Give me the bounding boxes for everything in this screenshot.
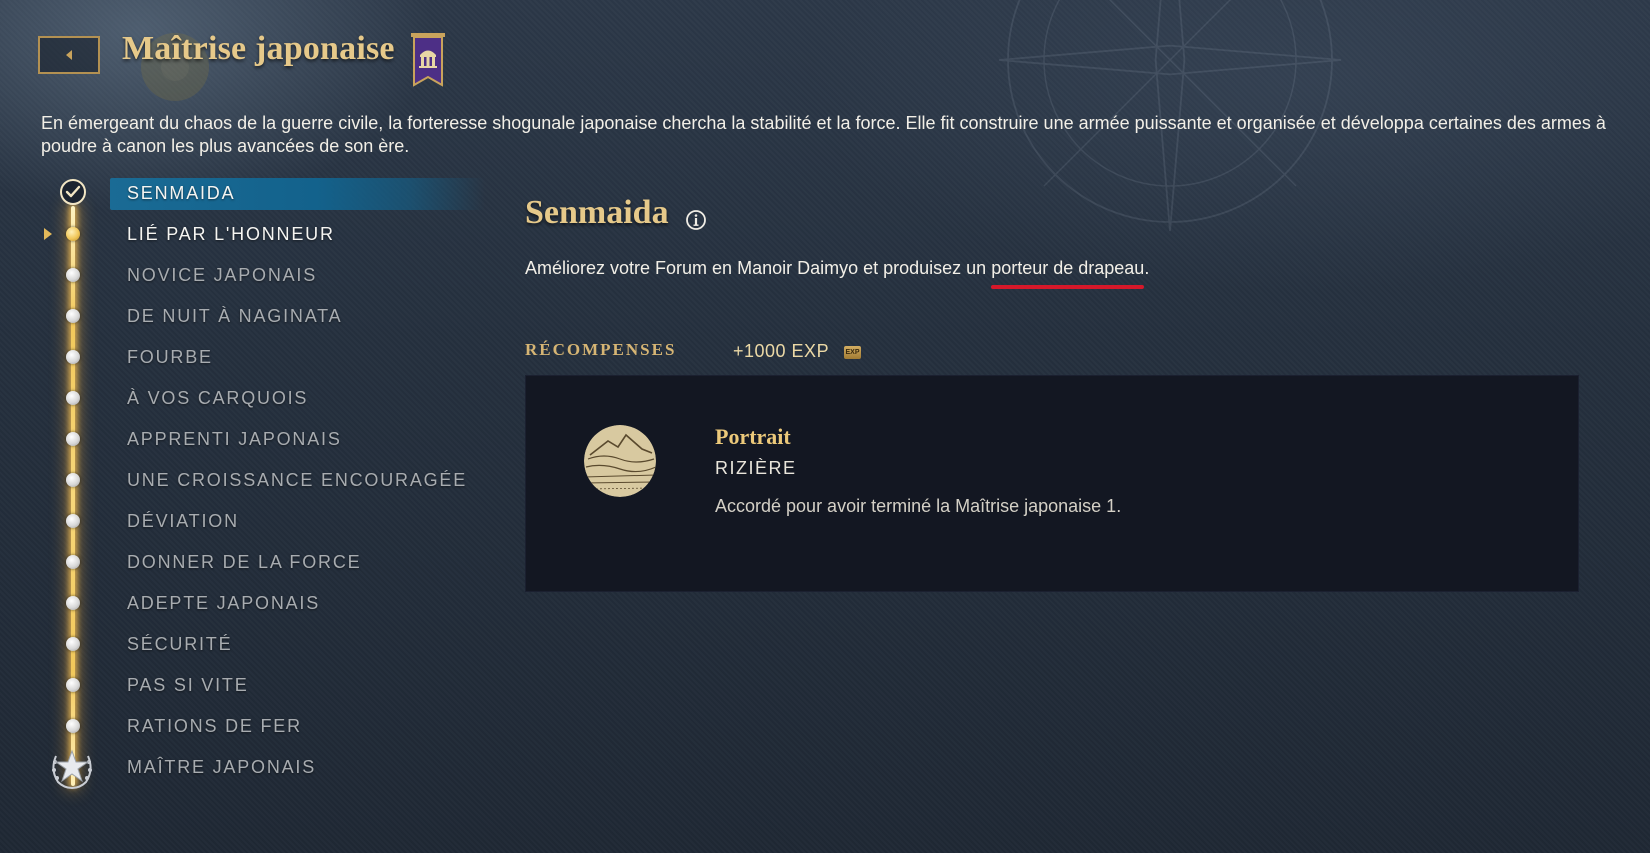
flag-bearer-link[interactable]: porteur de drapeau bbox=[991, 258, 1145, 289]
sidebar-item-label: LIÉ PAR L'HONNEUR bbox=[127, 224, 335, 244]
exp-icon: EXP bbox=[844, 346, 861, 359]
sidebar-item-label: APPRENTI JAPONAIS bbox=[127, 429, 342, 449]
sidebar-item-apprenti-japonais[interactable]: APPRENTI JAPONAIS bbox=[0, 422, 490, 456]
sidebar-item-label: NOVICE JAPONAIS bbox=[127, 265, 318, 285]
sidebar-item-label: À VOS CARQUOIS bbox=[127, 388, 309, 408]
node-icon bbox=[66, 473, 80, 487]
back-button[interactable] bbox=[38, 36, 100, 74]
sidebar-item-label: SÉCURITÉ bbox=[127, 634, 233, 654]
reward-name: Portrait bbox=[715, 424, 791, 449]
sidebar-item-senmaida[interactable]: SENMAIDA bbox=[0, 176, 490, 210]
sidebar-item-label: FOURBE bbox=[127, 347, 213, 367]
sidebar-item-pas-si-vite[interactable]: PAS SI VITE bbox=[0, 668, 490, 702]
sidebar-item-adepte-japonais[interactable]: ADEPTE JAPONAIS bbox=[0, 586, 490, 620]
node-icon bbox=[66, 350, 80, 364]
node-icon bbox=[66, 596, 80, 610]
sidebar-item-de-nuit-a-naginata[interactable]: DE NUIT À NAGINATA bbox=[0, 299, 490, 333]
rice-field-portrait-icon[interactable] bbox=[584, 425, 656, 497]
sidebar-item-securite[interactable]: SÉCURITÉ bbox=[0, 627, 490, 661]
laurel-star-icon bbox=[52, 749, 92, 789]
chevron-left-icon bbox=[66, 50, 72, 60]
sidebar-item-novice-japonais[interactable]: NOVICE JAPONAIS bbox=[0, 258, 490, 292]
sidebar-item-lie-par-l-honneur[interactable]: LIÉ PAR L'HONNEUR bbox=[0, 217, 490, 251]
japanese-civ-banner-icon bbox=[411, 33, 445, 87]
quest-description-text: Améliorez votre Forum en Manoir Daimyo e… bbox=[525, 258, 992, 278]
quest-title: Senmaida bbox=[525, 194, 669, 231]
sidebar-item-maitre-japonais[interactable]: MAÎTRE JAPONAIS bbox=[0, 749, 490, 789]
node-icon bbox=[66, 719, 80, 733]
sidebar-item-une-croissance-encouragee[interactable]: UNE CROISSANCE ENCOURAGÉE bbox=[0, 463, 490, 497]
sidebar-item-rations-de-fer[interactable]: RATIONS DE FER bbox=[0, 709, 490, 743]
quest-description-end: . bbox=[1144, 258, 1150, 278]
sidebar-item-label: SENMAIDA bbox=[127, 183, 236, 203]
sidebar-item-a-vos-carquois[interactable]: À VOS CARQUOIS bbox=[0, 381, 490, 415]
sidebar-item-label: RATIONS DE FER bbox=[127, 716, 302, 736]
quest-description: Améliorez votre Forum en Manoir Daimyo e… bbox=[525, 258, 1150, 289]
check-circle-icon bbox=[60, 179, 86, 205]
node-icon bbox=[66, 514, 80, 528]
sidebar-item-label: MAÎTRE JAPONAIS bbox=[127, 757, 317, 777]
sidebar-item-label: DÉVIATION bbox=[127, 511, 239, 531]
node-icon bbox=[66, 555, 80, 569]
sidebar-item-label: DE NUIT À NAGINATA bbox=[127, 306, 343, 326]
sidebar-item-donner-de-la-force[interactable]: DONNER DE LA FORCE bbox=[0, 545, 490, 579]
reward-detail: Accordé pour avoir terminé la Maîtrise j… bbox=[715, 496, 1122, 516]
node-icon bbox=[66, 391, 80, 405]
node-icon bbox=[66, 268, 80, 282]
sidebar-item-label: ADEPTE JAPONAIS bbox=[127, 593, 321, 613]
sidebar-item-label: DONNER DE LA FORCE bbox=[127, 552, 362, 572]
mastery-intro-text: En émergeant du chaos de la guerre civil… bbox=[41, 113, 1606, 156]
sidebar-item-fourbe[interactable]: FOURBE bbox=[0, 340, 490, 374]
info-icon[interactable] bbox=[685, 209, 707, 231]
exp-reward-value: +1000 EXP bbox=[733, 341, 830, 361]
node-icon bbox=[66, 637, 80, 651]
reward-type: RIZIÈRE bbox=[715, 458, 797, 478]
sidebar-item-label: UNE CROISSANCE ENCOURAGÉE bbox=[127, 470, 468, 490]
mastery-steps-sidebar: SENMAIDA LIÉ PAR L'HONNEUR NOVICE JAPONA… bbox=[0, 176, 490, 826]
gold-node-icon bbox=[66, 227, 80, 241]
sidebar-item-deviation[interactable]: DÉVIATION bbox=[0, 504, 490, 538]
node-icon bbox=[66, 432, 80, 446]
node-icon bbox=[66, 309, 80, 323]
page-title: Maîtrise japonaise bbox=[122, 30, 395, 67]
current-step-arrow-icon bbox=[44, 228, 52, 240]
node-icon bbox=[66, 678, 80, 692]
rewards-label: RÉCOMPENSES bbox=[525, 340, 677, 359]
sidebar-item-label: PAS SI VITE bbox=[127, 675, 249, 695]
reward-panel: Portrait RIZIÈRE Accordé pour avoir term… bbox=[525, 375, 1579, 592]
